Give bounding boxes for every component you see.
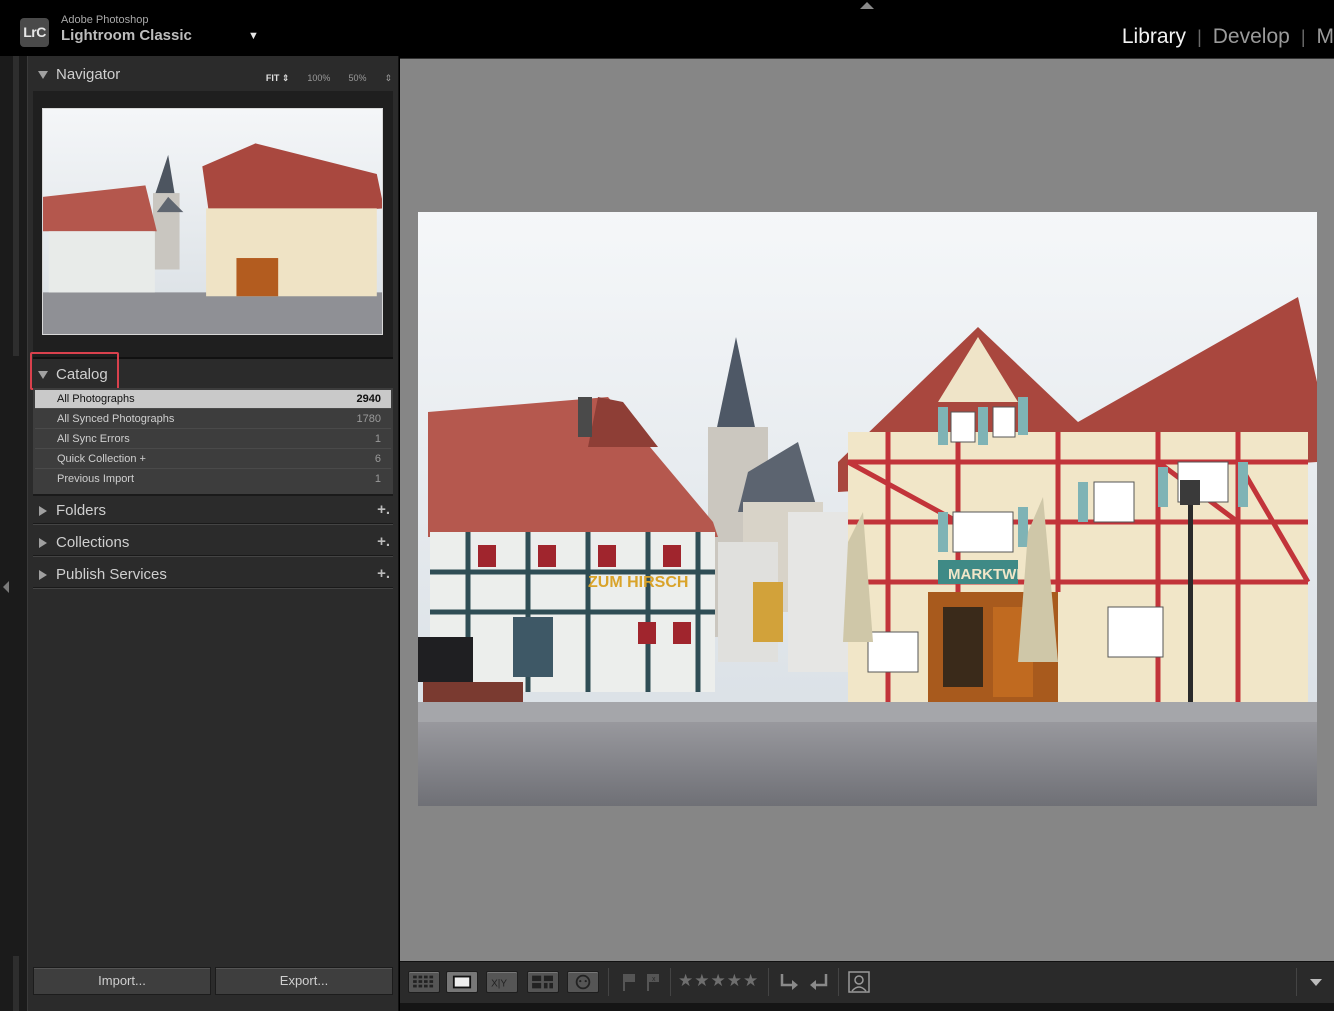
pick-flag-icon[interactable] xyxy=(622,972,636,992)
catalog-item-all-photographs[interactable]: All Photographs 2940 xyxy=(35,390,391,409)
rotate-left-icon[interactable] xyxy=(808,971,830,993)
top-panel-collapse-icon[interactable] xyxy=(860,2,874,9)
toolbar-separator xyxy=(1296,968,1297,996)
face-icon xyxy=(575,974,591,990)
catalog-item-label: Quick Collection + xyxy=(57,453,146,465)
import-export-buttons: Import... Export... xyxy=(33,967,393,995)
collections-header[interactable]: Collections +. xyxy=(28,528,400,558)
publish-services-title: Publish Services xyxy=(56,566,167,583)
export-button[interactable]: Export... xyxy=(215,967,393,995)
app-vendor: Adobe Photoshop xyxy=(61,14,149,26)
catalog-item-all-synced[interactable]: All Synced Photographs 1780 xyxy=(35,410,391,429)
compare-view-icon: X|Y xyxy=(491,979,507,990)
disclosure-triangle-icon[interactable] xyxy=(39,506,47,516)
add-collection-icon[interactable]: +. xyxy=(377,533,390,550)
loupe-view-button[interactable] xyxy=(446,971,478,993)
module-develop[interactable]: Develop xyxy=(1202,25,1301,49)
catalog-item-label: All Photographs xyxy=(57,393,135,405)
zoom-fit[interactable]: FIT ⇕ xyxy=(266,73,290,84)
compare-label: X|Y xyxy=(491,979,507,990)
compare-view-button[interactable]: X|Y xyxy=(486,971,518,993)
panel-divider xyxy=(33,555,393,557)
catalog-item-count: 1 xyxy=(374,473,381,485)
collections-title: Collections xyxy=(56,534,130,551)
folders-title: Folders xyxy=(56,502,107,519)
star-rating[interactable]: ★★★★★ xyxy=(678,971,759,991)
photo-sign-marktwe: MARKTWE xyxy=(948,566,1026,583)
module-library[interactable]: Library xyxy=(1111,25,1197,49)
bottom-strip xyxy=(400,1003,1334,1011)
module-picker: Library | Develop | M xyxy=(1111,22,1334,52)
app-name: Lightroom Classic xyxy=(61,27,192,44)
left-scrollbar-bottom[interactable] xyxy=(13,956,19,1011)
people-view-button[interactable] xyxy=(567,971,599,993)
toolbar-separator xyxy=(768,968,769,996)
publish-services-header[interactable]: Publish Services +. xyxy=(28,560,400,590)
svg-text:x: x xyxy=(652,976,656,983)
add-publish-service-icon[interactable]: +. xyxy=(377,565,390,582)
toolbar-options-dropdown-icon[interactable] xyxy=(1310,979,1322,986)
navigator-title: Navigator xyxy=(56,66,121,83)
catalog-item-count: 2940 xyxy=(356,393,381,405)
identity-plate-dropdown-icon[interactable]: ▼ xyxy=(248,30,259,42)
loupe-view: ZUM HIRSCH MARKTWE xyxy=(400,58,1334,961)
panel-divider xyxy=(33,587,393,589)
loupe-view-icon xyxy=(452,975,472,989)
left-edge-strip xyxy=(0,56,27,1011)
main-photo-image: ZUM HIRSCH MARKTWE xyxy=(418,212,1317,806)
navigator-header[interactable]: Navigator FIT ⇕ 100% 50% ⇕ xyxy=(28,60,400,90)
left-panel-collapse-icon[interactable] xyxy=(3,581,9,593)
grid-view-button[interactable] xyxy=(408,971,440,993)
catalog-item-previous-import[interactable]: Previous Import 1 xyxy=(35,470,391,489)
disclosure-triangle-icon[interactable] xyxy=(39,538,47,548)
zoom-50[interactable]: 50% xyxy=(348,73,366,84)
zoom-more[interactable]: ⇕ xyxy=(384,73,392,84)
disclosure-triangle-icon[interactable] xyxy=(39,570,47,580)
top-bar: LrC Adobe Photoshop Lightroom Classic ▼ … xyxy=(0,0,1334,56)
catalog-list: All Photographs 2940 All Synced Photogra… xyxy=(33,388,393,496)
survey-view-button[interactable] xyxy=(527,971,559,993)
library-toolbar: X|Y x ★★★★★ xyxy=(400,961,1334,1003)
toolbar-separator xyxy=(838,968,839,996)
catalog-highlight-box xyxy=(30,352,119,390)
catalog-item-count: 1780 xyxy=(356,413,381,425)
photo-sign-zum-hirsch: ZUM HIRSCH xyxy=(588,574,688,591)
rotate-right-icon[interactable] xyxy=(778,971,800,993)
disclosure-triangle-icon[interactable] xyxy=(38,71,48,79)
catalog-item-label: All Synced Photographs xyxy=(57,413,175,425)
catalog-item-label: All Sync Errors xyxy=(57,433,130,445)
module-map[interactable]: M xyxy=(1306,25,1334,49)
folders-header[interactable]: Folders +. xyxy=(28,496,400,526)
panel-divider xyxy=(33,523,393,525)
survey-view-icon xyxy=(532,975,553,989)
catalog-item-quick-collection[interactable]: Quick Collection + 6 xyxy=(35,450,391,469)
add-folder-icon[interactable]: +. xyxy=(377,501,390,518)
catalog-item-count: 6 xyxy=(374,453,381,465)
catalog-item-sync-errors[interactable]: All Sync Errors 1 xyxy=(35,430,391,449)
crop-face-icon[interactable] xyxy=(847,970,871,994)
catalog-item-label: Previous Import xyxy=(57,473,135,485)
navigator-thumbnail[interactable] xyxy=(42,108,383,335)
left-scrollbar[interactable] xyxy=(13,56,19,356)
reject-flag-icon[interactable]: x xyxy=(646,972,660,992)
import-button[interactable]: Import... xyxy=(33,967,211,995)
navigator-thumbnail-image xyxy=(43,109,382,334)
grid-view-icon xyxy=(413,975,434,988)
toolbar-separator xyxy=(608,968,609,996)
navigator-preview-area xyxy=(33,91,393,359)
left-panel: Navigator FIT ⇕ 100% 50% ⇕ Catalog All P… xyxy=(27,56,399,1011)
navigator-zoom-options: FIT ⇕ 100% 50% ⇕ xyxy=(248,73,392,84)
main-photo[interactable]: ZUM HIRSCH MARKTWE xyxy=(418,212,1317,806)
lrc-logo: LrC xyxy=(20,18,49,47)
zoom-100[interactable]: 100% xyxy=(307,73,330,84)
catalog-item-count: 1 xyxy=(374,433,381,445)
toolbar-separator xyxy=(670,968,671,996)
